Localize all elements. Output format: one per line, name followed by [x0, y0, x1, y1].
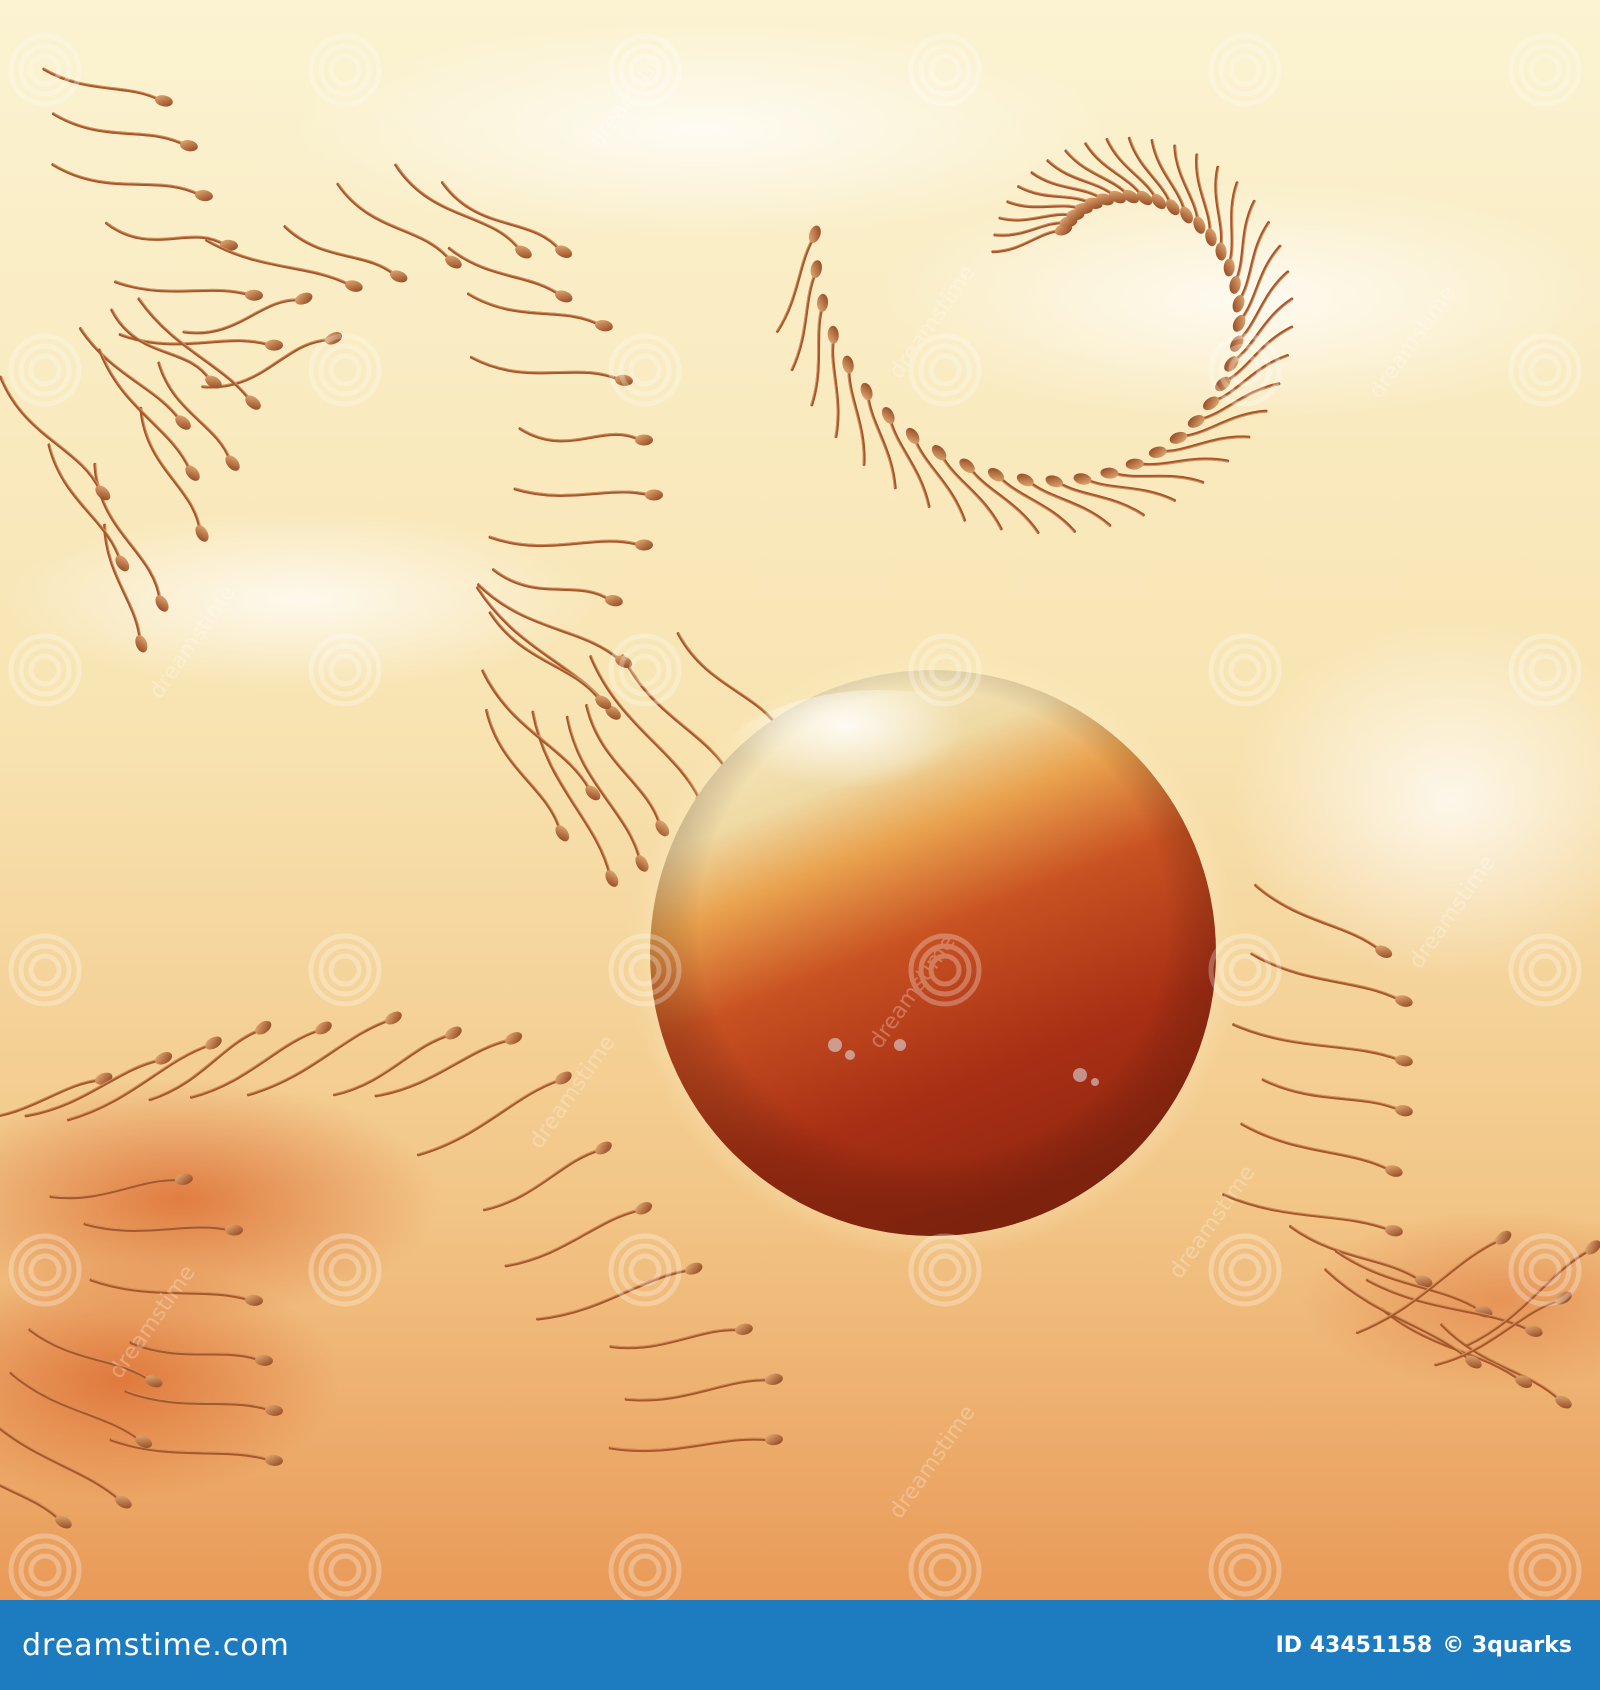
- footer-meta: ID 43451158 © 3quarks: [1266, 1633, 1572, 1658]
- stock-footer-bar: dreamstime.com ID 43451158 © 3quarks: [0, 1600, 1600, 1690]
- egg-and-sperm-illustration: dreamstimedreamstimedreamstimedreamstime…: [0, 0, 1600, 1600]
- credit-label: © 3quarks: [1442, 1632, 1572, 1658]
- footer-logo[interactable]: dreamstime.com: [22, 1628, 290, 1663]
- image-stage: dreamstime dreamstime dreamstime dreamstime…: [0, 0, 1600, 1690]
- image-id-label: ID 43451158: [1275, 1632, 1433, 1658]
